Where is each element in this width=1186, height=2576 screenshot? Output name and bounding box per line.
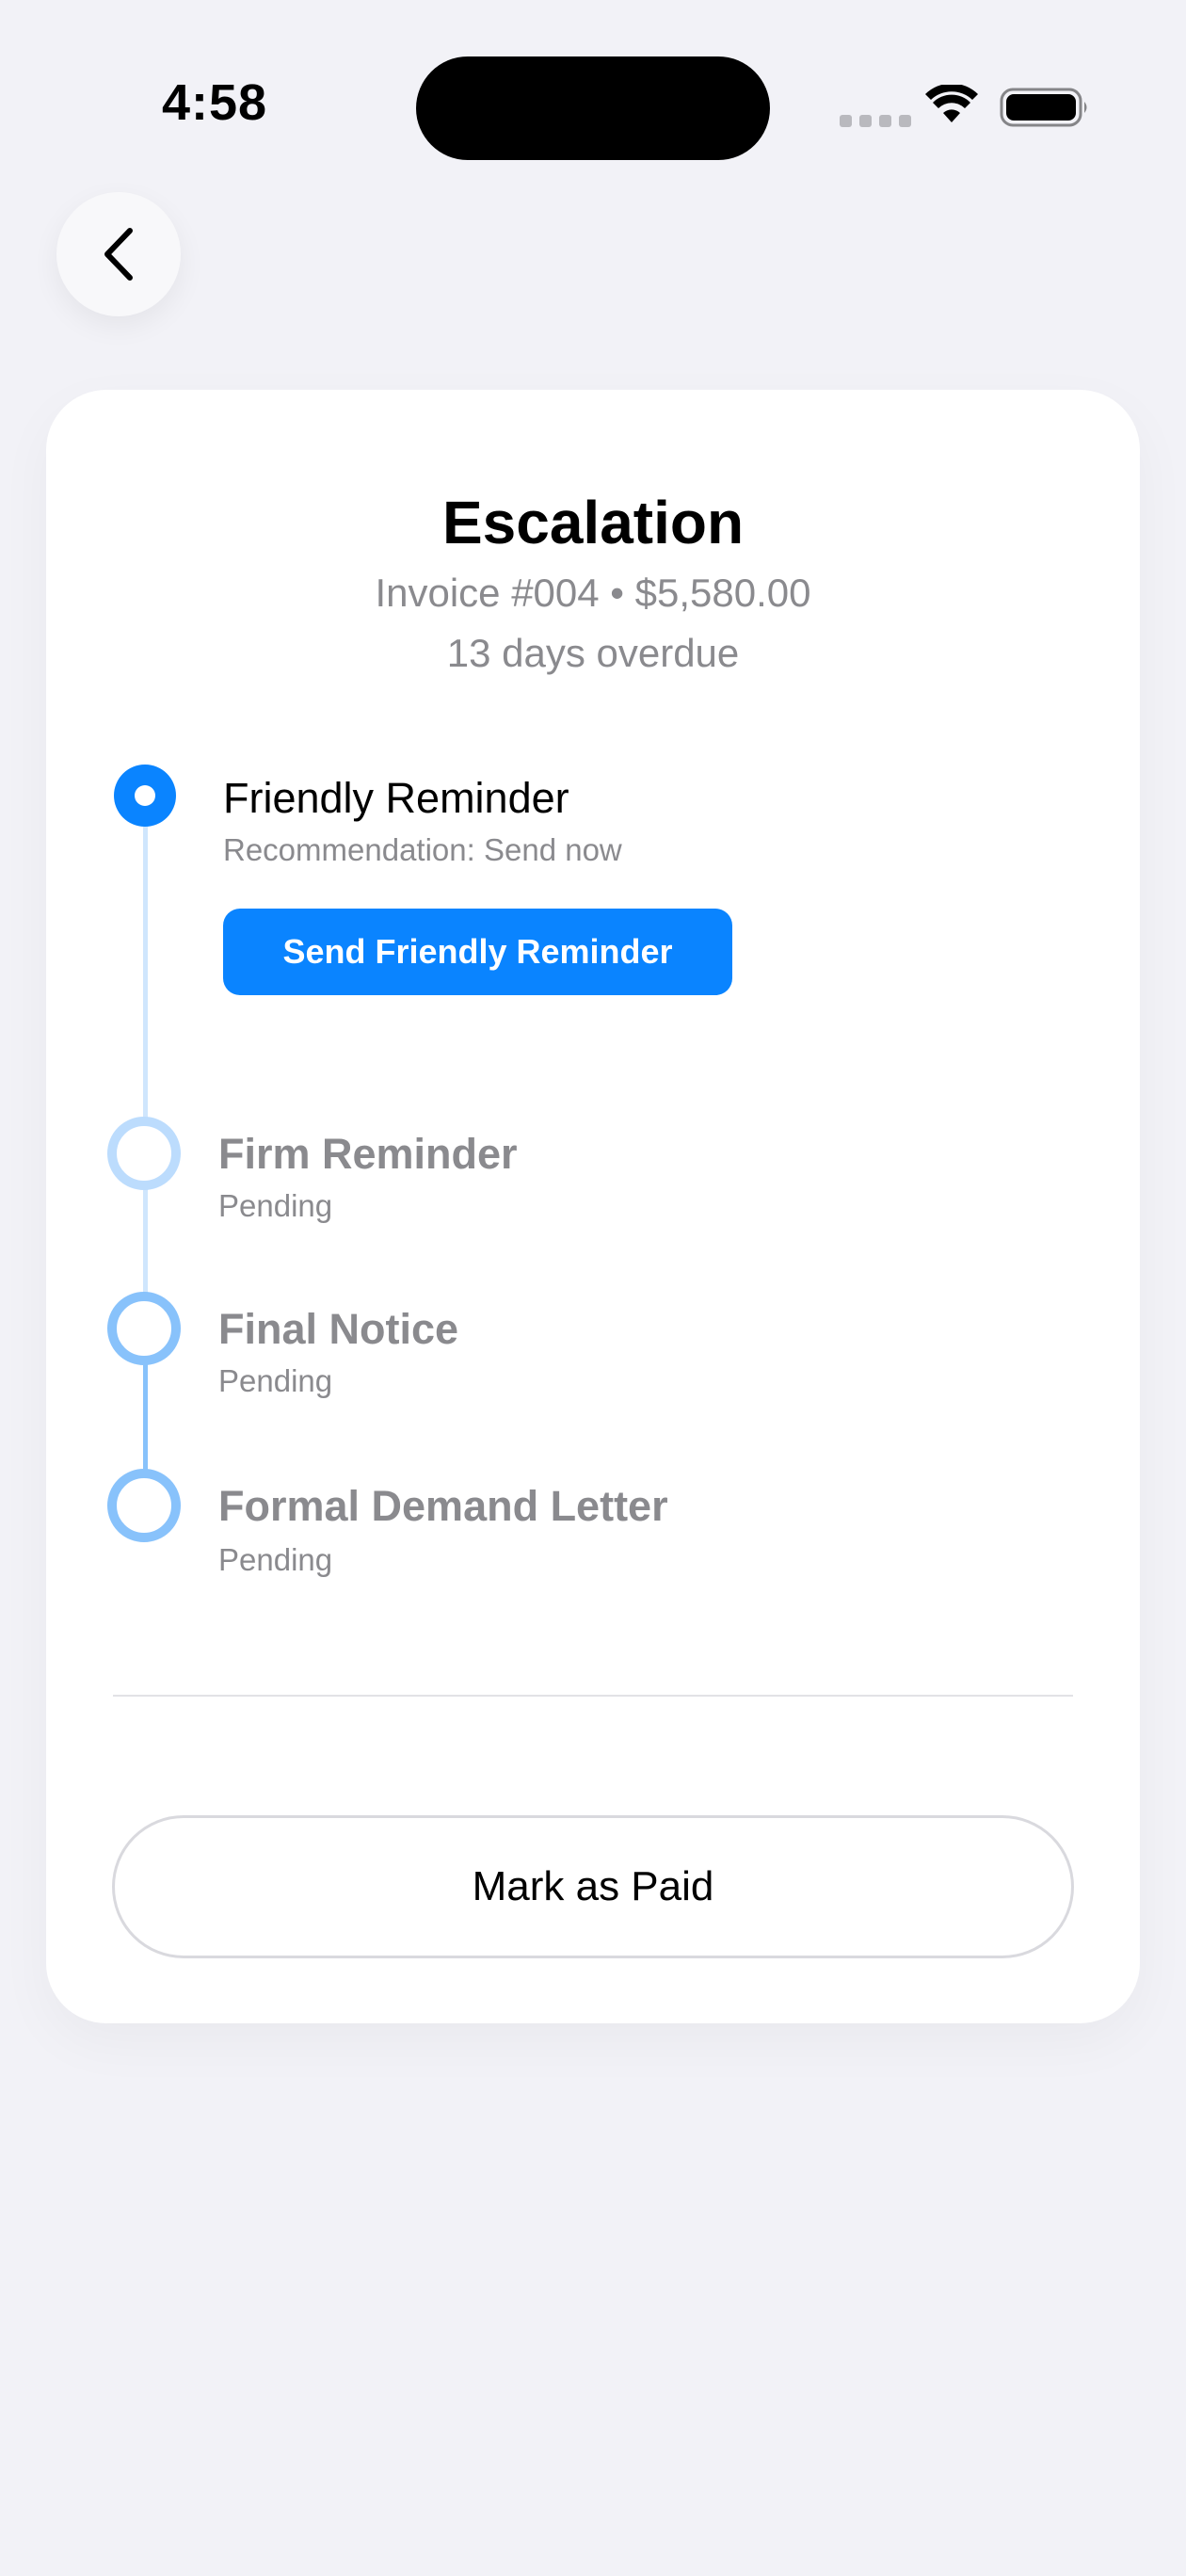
- step-status: Pending: [218, 1542, 333, 1577]
- send-friendly-reminder-button[interactable]: Send Friendly Reminder: [223, 909, 732, 995]
- overdue-status: 13 days overdue: [446, 631, 740, 675]
- timeline-connector: [143, 827, 148, 1154]
- cellular-signal-icon: [840, 115, 911, 127]
- status-time: 4:58: [162, 74, 268, 131]
- step-status: Pending: [218, 1363, 333, 1398]
- step-indicator-pending: [107, 1469, 181, 1542]
- page-title: Escalation: [441, 489, 745, 556]
- step-indicator-pending: [107, 1117, 181, 1190]
- chevron-left-icon: [104, 228, 133, 281]
- invoice-summary: Invoice #004 • $5,580.00: [375, 571, 811, 615]
- step-title-final-notice: Final Notice: [218, 1305, 459, 1353]
- dynamic-island: [416, 56, 770, 160]
- battery-icon: [1000, 88, 1087, 127]
- wifi-icon: [925, 85, 978, 122]
- step-status: Pending: [218, 1188, 333, 1223]
- divider: [113, 1695, 1073, 1697]
- step-recommendation: Recommendation: Send now: [223, 832, 622, 867]
- mark-as-paid-button[interactable]: Mark as Paid: [112, 1815, 1074, 1958]
- step-title-friendly-reminder: Friendly Reminder: [223, 774, 569, 822]
- step-indicator-active: [114, 765, 176, 827]
- step-title-firm-reminder: Firm Reminder: [218, 1130, 518, 1178]
- step-title-formal-demand-letter: Formal Demand Letter: [218, 1482, 668, 1530]
- escalation-card: Escalation Invoice #004 • $5,580.00 13 d…: [46, 390, 1140, 2023]
- step-indicator-pending: [107, 1292, 181, 1365]
- back-button[interactable]: [56, 192, 181, 316]
